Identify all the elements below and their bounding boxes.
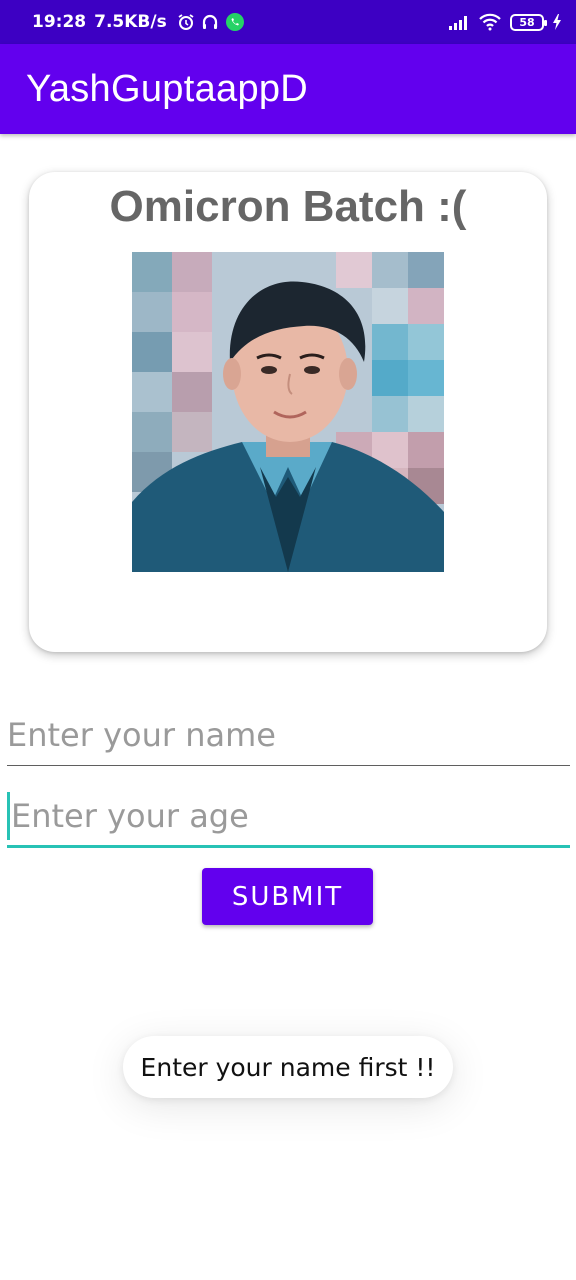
status-right: 58 <box>448 13 562 31</box>
status-bar: 19:28 7.5KB/s 58 <box>0 0 576 44</box>
signal-icon <box>449 16 467 30</box>
profile-photo <box>132 252 444 572</box>
whatsapp-icon <box>225 13 244 31</box>
app-bar: YashGuptaappD <box>0 44 576 134</box>
alarm-icon <box>178 14 194 30</box>
battery-icon: 58 <box>510 13 547 31</box>
submit-button[interactable]: SUBMIT <box>202 868 373 925</box>
text-cursor <box>7 792 10 840</box>
network-speed: 7.5KB/s <box>94 12 167 32</box>
profile-photo-illustration <box>132 252 444 572</box>
status-notification-icons <box>177 12 245 32</box>
profile-card: Omicron Batch :( <box>29 172 547 652</box>
app-title: YashGuptaappD <box>26 67 309 110</box>
toast-text: Enter your name first !! <box>140 1052 436 1082</box>
toast-message: Enter your name first !! <box>123 1036 453 1098</box>
charging-icon <box>553 14 561 30</box>
status-time: 19:28 <box>32 12 87 32</box>
card-title: Omicron Batch :( <box>109 182 467 231</box>
age-input[interactable] <box>7 786 570 848</box>
app-screen: 19:28 7.5KB/s 58 YashGuptaappD Omicron B… <box>0 0 576 1280</box>
battery-level: 58 <box>519 15 535 29</box>
name-input[interactable] <box>7 704 570 766</box>
status-left: 19:28 7.5KB/s <box>32 12 245 32</box>
wifi-icon <box>479 13 501 31</box>
headphones-icon <box>202 14 217 29</box>
